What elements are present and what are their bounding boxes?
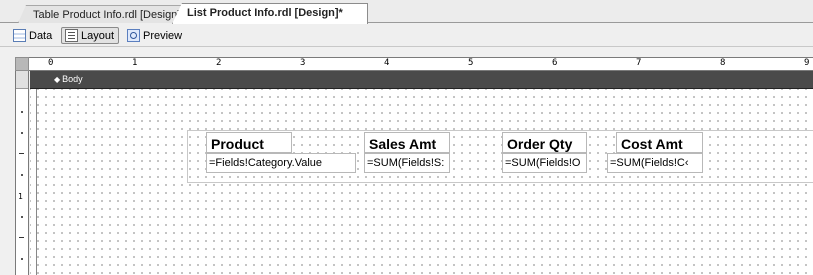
ruler-tick	[21, 258, 23, 260]
ruler-corner	[15, 57, 29, 71]
preview-icon	[127, 29, 140, 42]
ruler-tick	[21, 132, 23, 134]
header-cost-amt-textbox[interactable]: Cost Amt	[616, 132, 703, 153]
ruler-number: 8	[719, 58, 727, 68]
field-sales-amt-textbox[interactable]: =SUM(Fields!S:	[364, 153, 450, 173]
header-order-qty-textbox[interactable]: Order Qty	[502, 132, 587, 153]
preview-view-label: Preview	[143, 29, 183, 42]
document-tab-strip: Table Product Info.rdl [Design] List Pro…	[0, 0, 813, 24]
horizontal-ruler: 0 1 2 3 4 5 6 7 8 9	[29, 57, 813, 71]
body-marker-icon: ◆	[54, 75, 61, 84]
ruler-tick	[21, 111, 23, 113]
field-cost-amt-textbox[interactable]: =SUM(Fields!C‹	[607, 153, 703, 173]
ruler-number: 5	[467, 58, 475, 68]
ruler-number: 7	[635, 58, 643, 68]
header-product-textbox[interactable]: Product	[206, 132, 292, 153]
layout-view-button[interactable]: Layout	[61, 27, 120, 44]
header-sales-amt-textbox[interactable]: Sales Amt	[364, 132, 450, 153]
layout-icon	[65, 29, 78, 42]
ruler-tick	[21, 174, 23, 176]
ruler-number: 2	[215, 58, 223, 68]
preview-view-button[interactable]: Preview	[124, 27, 186, 44]
ruler-tick	[19, 237, 24, 238]
ruler-number: 9	[803, 58, 811, 68]
ruler-number: 1	[131, 58, 139, 68]
data-view-label: Data	[29, 29, 53, 42]
ruler-number: 3	[299, 58, 307, 68]
tab-table-product-info[interactable]: Table Product Info.rdl [Design]	[18, 5, 198, 23]
data-grid-icon	[13, 29, 26, 42]
data-view-button[interactable]: Data	[10, 27, 56, 44]
report-view-toolbar: Data Layout Preview	[0, 23, 813, 47]
body-section-header[interactable]: ◆ Body	[30, 71, 813, 89]
ruler-number: 4	[383, 58, 391, 68]
ruler-tick	[19, 153, 24, 154]
ruler-ticks	[29, 64, 813, 66]
tab-list-product-info[interactable]: List Product Info.rdl [Design]*	[172, 3, 368, 24]
layout-view-label: Layout	[81, 29, 115, 42]
body-left-edge	[36, 89, 37, 275]
body-section-label: Body	[62, 74, 83, 84]
ruler-tick	[21, 216, 23, 218]
vertical-ruler: 1 2	[15, 71, 29, 275]
ruler-number: 1	[18, 192, 23, 201]
ruler-number: 6	[551, 58, 559, 68]
ruler-number: 0	[47, 58, 55, 68]
field-order-qty-textbox[interactable]: =SUM(Fields!O	[502, 153, 587, 173]
field-product-textbox[interactable]: =Fields!Category.Value	[206, 153, 356, 173]
vertical-ruler-section-marker	[16, 71, 28, 89]
